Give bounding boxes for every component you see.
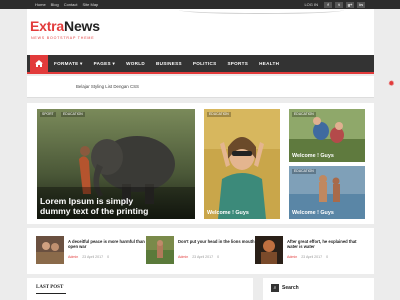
- site-logo[interactable]: ExtraNews: [30, 18, 100, 34]
- post-title[interactable]: After great effort, he explained that wa…: [287, 239, 367, 250]
- post-thumbnail[interactable]: [36, 236, 64, 264]
- home-icon[interactable]: [30, 55, 48, 72]
- heading-underline: [36, 293, 66, 294]
- post-author[interactable]: Admin: [178, 255, 188, 259]
- nav-item-sports[interactable]: SPORTS: [227, 61, 248, 66]
- top-link-blog[interactable]: Blog: [51, 1, 59, 8]
- site-tagline: NEWS BOOTSTRAP THEME: [31, 36, 95, 40]
- nav-item-world[interactable]: WORLD: [126, 61, 145, 66]
- list-item[interactable]: Don't put your head in the lions mouth A…: [146, 236, 256, 266]
- recent-posts: A deceitful peace is more harmful than o…: [27, 228, 374, 274]
- main-tag-sport[interactable]: SPORT: [40, 112, 56, 117]
- post-date: 23 April 2017: [82, 255, 104, 259]
- bottom-right-caption[interactable]: Welcome ! Guys: [292, 210, 334, 216]
- top-link-sitemap[interactable]: Site Map: [82, 1, 98, 8]
- logo-part-news: News: [64, 18, 100, 34]
- woman-image: [204, 109, 280, 219]
- post-meta: Admin 23 April 2017 0: [68, 255, 109, 259]
- top-links: Home Blog Contact Site Map: [35, 1, 98, 8]
- post-comments[interactable]: 0: [326, 255, 328, 259]
- linkedin-icon[interactable]: in: [357, 1, 365, 8]
- google-plus-icon[interactable]: g+: [346, 1, 354, 8]
- nav-item-business[interactable]: BUSINESS: [156, 61, 182, 66]
- list-item[interactable]: A deceitful peace is more harmful than o…: [36, 236, 146, 266]
- main-caption[interactable]: Lorem Ipsum is simply dummy text of the …: [40, 196, 158, 216]
- top-right-tag[interactable]: EDUCATION: [292, 112, 316, 117]
- post-meta: Admin 23 April 2017 0: [178, 255, 219, 259]
- main-tag-education[interactable]: EDUCATION: [61, 112, 85, 117]
- featured-bottom-right[interactable]: EDUCATION Welcome ! Guys: [289, 166, 365, 219]
- gear-icon[interactable]: ✹: [388, 80, 395, 88]
- nav-item-formate[interactable]: FORMATE ▾: [54, 61, 83, 67]
- nav-item-politics[interactable]: POLITICS: [193, 61, 217, 66]
- ticker-text[interactable]: Belajar Styling List Dengan CSS: [76, 84, 139, 89]
- post-date: 23 April 2017: [192, 255, 214, 259]
- last-post-section: LAST POST: [27, 278, 253, 300]
- header-decoration: [179, 6, 344, 14]
- top-right-caption[interactable]: Welcome ! Guys: [292, 153, 334, 159]
- search-icon[interactable]: ⌕: [271, 284, 279, 292]
- bottom-right-tag[interactable]: EDUCATION: [292, 169, 316, 174]
- news-ticker: Belajar Styling List Dengan CSS: [27, 76, 374, 98]
- post-comments[interactable]: 0: [107, 255, 109, 259]
- post-thumbnail[interactable]: [255, 236, 283, 264]
- top-link-contact[interactable]: Contact: [64, 1, 78, 8]
- last-post-heading: LAST POST: [36, 285, 64, 290]
- post-title[interactable]: A deceitful peace is more harmful than o…: [68, 239, 148, 250]
- nav-items: FORMATE ▾ PAGES ▾ WORLD BUSINESS POLITIC…: [54, 55, 279, 72]
- mid-tag[interactable]: EDUCATION: [207, 112, 231, 117]
- top-link-home[interactable]: Home: [35, 1, 46, 8]
- main-nav: FORMATE ▾ PAGES ▾ WORLD BUSINESS POLITIC…: [27, 55, 374, 74]
- mid-caption[interactable]: Welcome ! Guys: [207, 210, 249, 216]
- post-author[interactable]: Admin: [68, 255, 78, 259]
- featured-top-right[interactable]: EDUCATION Welcome ! Guys: [289, 109, 365, 162]
- list-item[interactable]: After great effort, he explained that wa…: [255, 236, 367, 266]
- post-author[interactable]: Admin: [287, 255, 297, 259]
- search-widget: ⌕ Search: [263, 278, 374, 300]
- post-title[interactable]: Don't put your head in the lions mouth: [178, 239, 258, 244]
- post-comments[interactable]: 0: [217, 255, 219, 259]
- post-thumbnail[interactable]: [146, 236, 174, 264]
- post-date: 23 April 2017: [301, 255, 323, 259]
- featured-section: SPORT EDUCATION Lorem Ipsum is simply du…: [27, 103, 374, 224]
- search-heading: Search: [282, 285, 299, 291]
- post-meta: Admin 23 April 2017 0: [287, 255, 328, 259]
- nav-item-health[interactable]: HEALTH: [259, 61, 279, 66]
- logo-part-extra: Extra: [30, 18, 65, 34]
- featured-main[interactable]: SPORT EDUCATION Lorem Ipsum is simply du…: [37, 109, 195, 219]
- nav-item-pages[interactable]: PAGES ▾: [94, 61, 115, 67]
- site-header: ExtraNews NEWS BOOTSTRAP THEME: [27, 9, 374, 55]
- featured-mid[interactable]: EDUCATION Welcome ! Guys: [204, 109, 280, 219]
